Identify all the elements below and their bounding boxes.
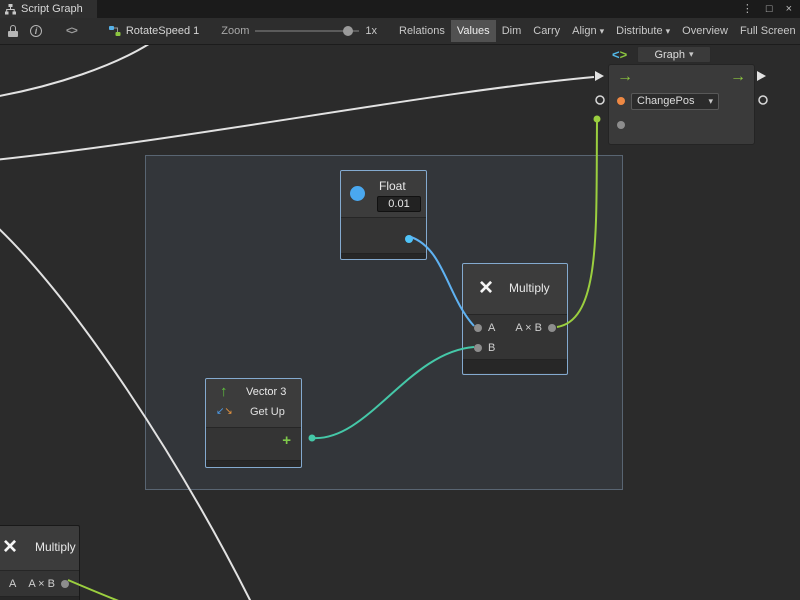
node-footer <box>341 253 426 259</box>
zoom-value: 1x <box>365 25 377 37</box>
zoom-slider-handle[interactable] <box>343 26 353 36</box>
graph-dropdown[interactable]: Graph ▾ <box>637 46 711 63</box>
align-label: Align <box>572 25 596 37</box>
menu-icon[interactable]: ⋮ <box>742 0 753 18</box>
align-dropdown-button[interactable]: Align ▾ <box>566 20 610 42</box>
node-multiply-partial[interactable]: × Multiply A A × B <box>0 525 80 600</box>
graph-dropdown-label: Graph <box>654 49 685 61</box>
dim-label: Dim <box>502 25 522 37</box>
multiply-partial-output-port[interactable] <box>61 580 69 588</box>
unit-input-port[interactable] <box>617 121 625 129</box>
toolbar-buttons: Relations Values Dim Carry Align ▾ Distri… <box>393 20 800 42</box>
flow-input-port[interactable]: → <box>617 69 633 85</box>
changepos-dropdown[interactable]: ChangePos ▾ <box>631 93 719 110</box>
carry-button[interactable]: Carry <box>527 20 566 42</box>
float-output-port[interactable] <box>405 235 413 243</box>
maximize-icon[interactable]: □ <box>766 0 773 18</box>
changepos-dropdown-label: ChangePos <box>637 95 695 107</box>
port-a-label: A <box>488 322 495 334</box>
overview-button[interactable]: Overview <box>676 20 734 42</box>
tab-script-graph[interactable]: Script Graph <box>0 0 97 18</box>
full-screen-label: Full Screen <box>740 25 796 37</box>
node-title: Multiply <box>35 540 76 554</box>
node-vector3-get-up[interactable]: ↑ Vector 3 ↙↘ Get Up + <box>205 378 302 468</box>
multiply-icon: × <box>479 276 493 300</box>
port-out-label: A × B <box>515 322 542 334</box>
multiply-input-b-port[interactable] <box>474 344 482 352</box>
script-graph-asset-icon <box>109 25 121 37</box>
node-title: Multiply <box>509 281 550 295</box>
float-type-icon <box>350 186 365 201</box>
chevron-down-icon: ▾ <box>689 49 694 60</box>
distribute-label: Distribute <box>616 25 662 37</box>
node-multiply-header[interactable]: × Multiply <box>463 264 567 314</box>
port-b-label: B <box>488 342 495 354</box>
graph-icon <box>5 4 16 15</box>
port-out-label: A × B <box>28 578 55 590</box>
node-footer <box>0 596 79 600</box>
up-arrow-icon: ↑ <box>220 383 228 400</box>
port-a-label: A <box>9 578 16 590</box>
values-button[interactable]: Values <box>451 20 496 42</box>
multiply-input-a-port[interactable] <box>474 324 482 332</box>
node-multiply-partial-header[interactable]: × Multiply <box>0 526 79 570</box>
node-footer <box>206 460 301 467</box>
float-value-input[interactable]: 0.01 <box>377 196 421 212</box>
node-title: Float <box>379 179 406 193</box>
multiply-output-port[interactable] <box>548 324 556 332</box>
get-up-icon: ↙↘ <box>216 406 233 417</box>
vector3-output-icon[interactable]: + <box>282 434 291 448</box>
changepos-value-port[interactable] <box>617 97 625 105</box>
relations-button[interactable]: Relations <box>393 20 451 42</box>
lock-icon[interactable] <box>8 25 18 37</box>
node-float[interactable]: Float 0.01 <box>340 170 427 260</box>
node-footer <box>463 359 567 373</box>
toolbar: i <> RotateSpeed 1 Zoom 1x Relations Val… <box>0 18 800 45</box>
node-vector3-header[interactable]: ↑ Vector 3 ↙↘ Get Up <box>206 379 301 427</box>
node-title: Vector 3 <box>246 386 286 398</box>
graph-code-icon: <> <box>612 47 627 62</box>
close-icon[interactable]: × <box>786 0 792 18</box>
node-float-header[interactable]: Float 0.01 <box>341 171 426 217</box>
full-screen-button[interactable]: Full Screen <box>734 20 800 42</box>
overview-label: Overview <box>682 25 728 37</box>
node-changepos-unit[interactable]: → → ChangePos ▾ <box>608 64 755 145</box>
node-multiply[interactable]: × Multiply A A × B B <box>462 263 568 375</box>
zoom-label: Zoom <box>221 25 249 37</box>
info-icon[interactable]: i <box>30 25 42 37</box>
graph-canvas[interactable]: Float 0.01 × Multiply A A × B <box>0 45 800 600</box>
distribute-dropdown-button[interactable]: Distribute ▾ <box>610 20 676 42</box>
chevron-down-icon: ▾ <box>708 96 713 107</box>
window-title: Script Graph <box>21 3 83 15</box>
node-subtitle: Get Up <box>250 406 285 418</box>
code-icon[interactable]: <> <box>66 25 77 37</box>
multiply-icon: × <box>3 535 17 559</box>
relations-label: Relations <box>399 25 445 37</box>
titlebar: Script Graph ⋮ □ × <box>0 0 800 18</box>
flow-output-port[interactable]: → <box>730 69 746 85</box>
values-label: Values <box>457 25 490 37</box>
graph-asset-name[interactable]: RotateSpeed 1 <box>126 25 199 37</box>
carry-label: Carry <box>533 25 560 37</box>
dim-button[interactable]: Dim <box>496 20 528 42</box>
unity-script-graph-window: Script Graph ⋮ □ × i <> RotateSpeed 1 Zo… <box>0 0 800 600</box>
chevron-down-icon: ▾ <box>666 26 671 37</box>
zoom-slider[interactable] <box>255 25 359 37</box>
chevron-down-icon: ▾ <box>600 26 605 37</box>
